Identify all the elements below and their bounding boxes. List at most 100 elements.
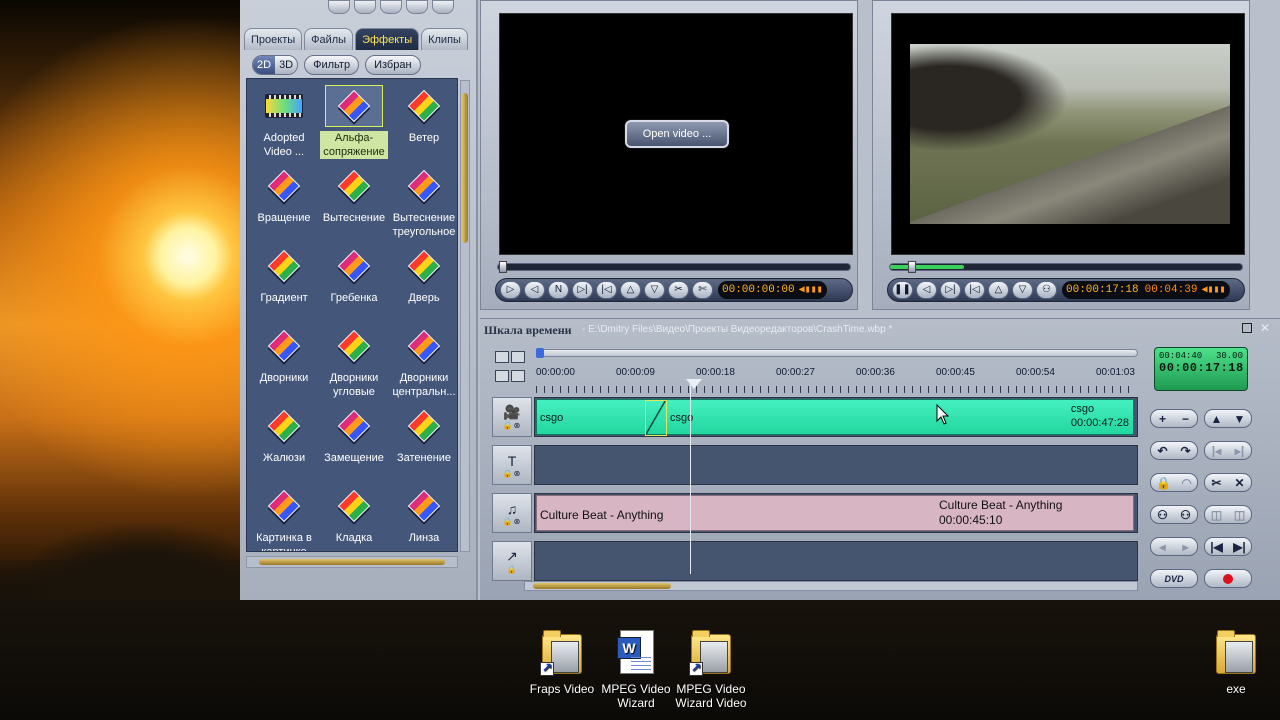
- effect-icon[interactable]: ⚇: [1157, 508, 1168, 522]
- align-right-icon[interactable]: ▸|: [1235, 444, 1244, 458]
- unlock-icon[interactable]: ◠: [1181, 476, 1191, 490]
- lock-buttons[interactable]: 🔒 ◠: [1150, 473, 1198, 492]
- group-icon[interactable]: ◫: [1211, 508, 1222, 522]
- mode-2d-button[interactable]: 2D: [253, 56, 276, 74]
- tab-projects[interactable]: Проекты: [244, 28, 303, 50]
- record-button[interactable]: [1204, 569, 1252, 588]
- toolbar-button[interactable]: [406, 0, 428, 14]
- favorites-button[interactable]: Избран: [365, 55, 421, 75]
- transition-marker[interactable]: [645, 400, 667, 436]
- cut-icon[interactable]: ✂: [668, 281, 689, 299]
- split-icon[interactable]: ✄: [692, 281, 713, 299]
- toolbar-button[interactable]: [380, 0, 402, 14]
- graph-track-icon[interactable]: ↗ 🔒: [492, 541, 532, 581]
- next-frame-icon[interactable]: ▷|: [572, 281, 593, 299]
- maximize-icon[interactable]: [1242, 323, 1252, 333]
- toolbar-button[interactable]: [328, 0, 350, 14]
- effects-vertical-scrollbar[interactable]: [460, 80, 470, 552]
- effect-item[interactable]: Adopted Video ...: [249, 85, 319, 165]
- cut-icon[interactable]: ✂: [1211, 476, 1221, 490]
- align-buttons[interactable]: |◂ ▸|: [1204, 441, 1252, 460]
- effect-item[interactable]: Градиент: [249, 245, 319, 325]
- filter-button[interactable]: Фильтр: [304, 55, 360, 75]
- timeline-ruler[interactable]: 00:00:00 00:00:09 00:00:18 00:00:27 00:0…: [536, 367, 1138, 395]
- mark-n-icon[interactable]: N: [548, 281, 569, 299]
- scroll-thumb[interactable]: [533, 583, 671, 589]
- scroll-thumb[interactable]: [462, 93, 468, 243]
- back-icon[interactable]: ◂: [1159, 540, 1165, 554]
- skip-start-icon[interactable]: |◀: [1210, 540, 1223, 554]
- delete-icon[interactable]: ✕: [1234, 476, 1244, 490]
- tab-files[interactable]: Файлы: [304, 28, 354, 50]
- effect-item[interactable]: Линза: [389, 485, 457, 551]
- effect-item[interactable]: Затенение: [389, 405, 457, 485]
- volume-icon[interactable]: ◀▮▮▮: [1201, 282, 1225, 300]
- effect-item[interactable]: Ветер: [389, 85, 457, 165]
- effect-item[interactable]: Дверь: [389, 245, 457, 325]
- tool-icon[interactable]: [511, 370, 525, 382]
- source-seekbar[interactable]: [497, 261, 851, 273]
- group-buttons[interactable]: ◫ ◫: [1204, 505, 1252, 524]
- close-icon[interactable]: ✕: [1260, 321, 1270, 335]
- nav-buttons[interactable]: ◂ ▸: [1150, 537, 1198, 556]
- tool-icon[interactable]: [511, 351, 525, 363]
- effects-horizontal-scrollbar[interactable]: [246, 556, 458, 568]
- effect-item[interactable]: Альфа-сопряжение: [319, 85, 389, 165]
- zoom-buttons[interactable]: + −: [1150, 409, 1198, 428]
- skip-buttons[interactable]: |◀ ▶|: [1204, 537, 1252, 556]
- skip-end-icon[interactable]: ▶|: [1233, 540, 1246, 554]
- effect-item[interactable]: Вытеснение треугольное: [389, 165, 457, 245]
- prev-frame-icon[interactable]: |◁: [964, 281, 985, 299]
- effects-track[interactable]: [534, 541, 1138, 581]
- mark-out-icon[interactable]: ▽: [644, 281, 665, 299]
- effect-alt-icon[interactable]: ⚇: [1180, 508, 1191, 522]
- snapshot-icon[interactable]: ⚇: [1036, 281, 1057, 299]
- move-buttons[interactable]: ▲ ▼: [1204, 409, 1252, 428]
- mark-in-icon[interactable]: △: [620, 281, 641, 299]
- mode-3d-button[interactable]: 3D: [275, 56, 298, 74]
- effect-item[interactable]: Дворники угловые: [319, 325, 389, 405]
- audio-clip[interactable]: Culture Beat - Anything Culture Beat - A…: [536, 495, 1134, 531]
- timeline-overview-bar[interactable]: [536, 348, 1138, 358]
- mark-in-icon[interactable]: △: [988, 281, 1009, 299]
- prev-frame-icon[interactable]: |◁: [596, 281, 617, 299]
- align-left-icon[interactable]: |◂: [1212, 444, 1221, 458]
- desktop-icon-mpeg-wizard-video[interactable]: MPEG Video Wizard Video: [671, 630, 751, 710]
- play-icon[interactable]: ▷: [500, 281, 521, 299]
- effect-item[interactable]: Замещение: [319, 405, 389, 485]
- seek-knob[interactable]: [499, 261, 507, 273]
- video-track[interactable]: csgo csgo csgo 00:00:47:28: [534, 397, 1138, 437]
- text-track[interactable]: [534, 445, 1138, 485]
- audio-track[interactable]: Culture Beat - Anything Culture Beat - A…: [534, 493, 1138, 533]
- open-video-button[interactable]: Open video ...: [625, 120, 729, 148]
- effect-item[interactable]: Вытеснение: [319, 165, 389, 245]
- tool-icon[interactable]: [495, 370, 509, 382]
- up-icon[interactable]: ▲: [1211, 412, 1223, 426]
- video-clip[interactable]: csgo csgo csgo 00:00:47:28: [536, 399, 1134, 436]
- video-track-icon[interactable]: 🎥 🔒⊗: [492, 397, 532, 437]
- effect-item[interactable]: Картинка в картинке: [249, 485, 319, 551]
- undo-buttons[interactable]: ↶ ↷: [1150, 441, 1198, 460]
- undo-icon[interactable]: ↶: [1157, 444, 1167, 458]
- desktop-icon-mpeg-wizard[interactable]: MPEG Video Wizard: [596, 630, 676, 710]
- desktop-icon-exe[interactable]: exe: [1196, 630, 1276, 696]
- effect-item[interactable]: Вращение: [249, 165, 319, 245]
- text-track-icon[interactable]: T 🔒⊗: [492, 445, 532, 485]
- step-back-icon[interactable]: ◁: [524, 281, 545, 299]
- step-back-icon[interactable]: ◁: [916, 281, 937, 299]
- lock-icon[interactable]: 🔒: [1156, 476, 1171, 490]
- playhead-handle[interactable]: [686, 379, 702, 389]
- tab-effects[interactable]: Эффекты: [355, 28, 420, 50]
- effect-item[interactable]: Дворники центральн...: [389, 325, 457, 405]
- zoom-in-icon[interactable]: +: [1159, 412, 1166, 426]
- pause-icon[interactable]: ❚❚: [892, 281, 913, 299]
- down-icon[interactable]: ▼: [1234, 412, 1246, 426]
- effect-item[interactable]: Кладка: [319, 485, 389, 551]
- mark-out-icon[interactable]: ▽: [1012, 281, 1033, 299]
- toolbar-button[interactable]: [354, 0, 376, 14]
- effect-buttons[interactable]: ⚇ ⚇: [1150, 505, 1198, 524]
- effect-item[interactable]: Гребенка: [319, 245, 389, 325]
- zoom-out-icon[interactable]: −: [1182, 412, 1189, 426]
- effect-item[interactable]: Дворники: [249, 325, 319, 405]
- dvd-button[interactable]: DVD: [1150, 569, 1198, 588]
